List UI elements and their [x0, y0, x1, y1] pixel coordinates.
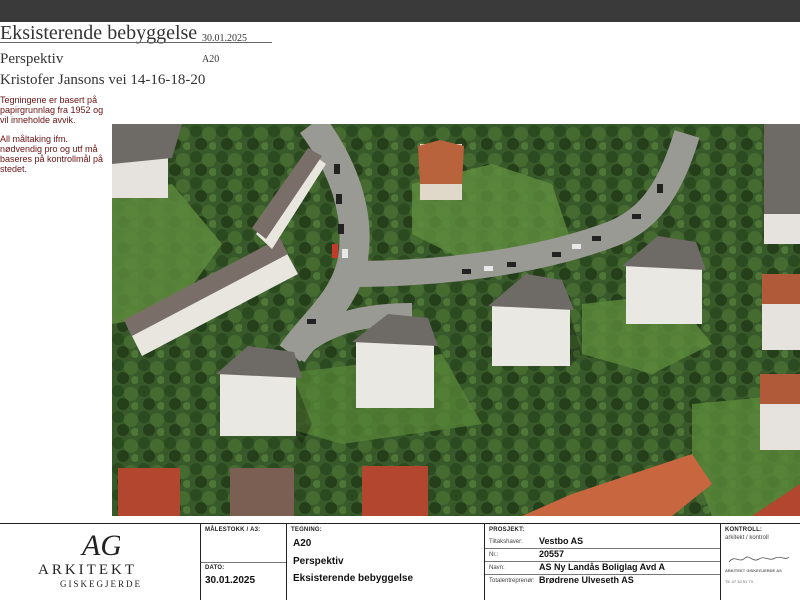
control-header: KONTROLL: — [725, 527, 763, 533]
divider — [201, 562, 287, 563]
aerial-illustration — [112, 124, 800, 516]
roof-tile — [118, 468, 180, 516]
note-basis: Tegningene er basert på papirgrunnlag fr… — [0, 95, 104, 125]
detached-house — [418, 140, 464, 200]
title-block: AG ARKITEKT GISKEGJERDE MÅLESTOKK / A3: … — [0, 523, 800, 600]
roof-tile — [362, 466, 428, 516]
client-label: Tiltakshaver: — [489, 539, 523, 545]
building-east-1 — [764, 124, 800, 244]
building-east-2 — [762, 274, 800, 350]
drawing-sheet: Eksisterende bebyggelse 30.01.2025 Persp… — [0, 22, 800, 600]
number-value: 20557 — [539, 549, 565, 559]
logo-name: ARKITEKT — [38, 562, 137, 578]
date-label: DATO: — [205, 565, 225, 571]
divider — [485, 548, 721, 549]
control-roles: arkitekt / kontroll — [725, 535, 769, 541]
title-block-drawing: TEGNING: A20 Perspektiv Eksisterende beb… — [286, 524, 484, 600]
drawing-title-value: Eksisterende bebyggelse — [293, 573, 414, 584]
project-header: PROSJEKT: — [489, 527, 525, 533]
logo-monogram-icon: AG — [80, 529, 120, 559]
date-value: 30.01.2025 — [205, 575, 256, 586]
scale-header: MÅLESTOKK / A3: — [205, 527, 261, 533]
drawing-date: 30.01.2025 — [202, 33, 247, 44]
signature-icon — [728, 556, 790, 563]
name-label: Navn: — [489, 565, 505, 571]
viewer-top-bar — [0, 0, 800, 22]
drawing-subtitle: Perspektiv — [0, 51, 64, 67]
roof-tile — [230, 468, 294, 516]
firm-name: ARKITEKT GISKEGJERDE AS — [725, 568, 782, 573]
red-car — [332, 244, 338, 258]
site-address: Kristofer Jansons vei 14-16-18-20 — [0, 72, 206, 88]
drawing-type-value: Perspektiv — [293, 556, 344, 567]
name-value: AS Ny Landås Boliglag Avd A — [539, 562, 666, 572]
svg-text:AG: AG — [80, 529, 120, 559]
drawing-header: TEGNING: — [291, 527, 322, 533]
client-value: Vestbo AS — [539, 536, 584, 546]
building-east-3 — [760, 374, 800, 450]
aerial-photo — [112, 124, 800, 516]
contractor-label: Totalentreprenør: — [489, 578, 535, 584]
title-block-project: PROSJEKT: Tiltakshaver: Vestbo AS Nr.: 2… — [484, 524, 721, 600]
drawing-code: A20 — [202, 54, 220, 65]
firm-tel: Tlf. 47 32 51 73 — [725, 579, 753, 584]
drawing-code-value: A20 — [293, 538, 312, 549]
logo-subname: GISKEGJERDE — [60, 579, 142, 589]
number-label: Nr.: — [489, 552, 499, 558]
title-block-logo: AG ARKITEKT GISKEGJERDE — [0, 524, 200, 600]
contractor-value: Brødrene Ulveseth AS — [539, 575, 634, 585]
note-measuring: All måltaking ifm. nødvendig pro og utf … — [0, 134, 104, 174]
title-block-control: KONTROLL: arkitekt / kontroll ARKITEKT G… — [720, 524, 800, 600]
title-block-scale-date: MÅLESTOKK / A3: DATO: 30.01.2025 — [200, 524, 287, 600]
